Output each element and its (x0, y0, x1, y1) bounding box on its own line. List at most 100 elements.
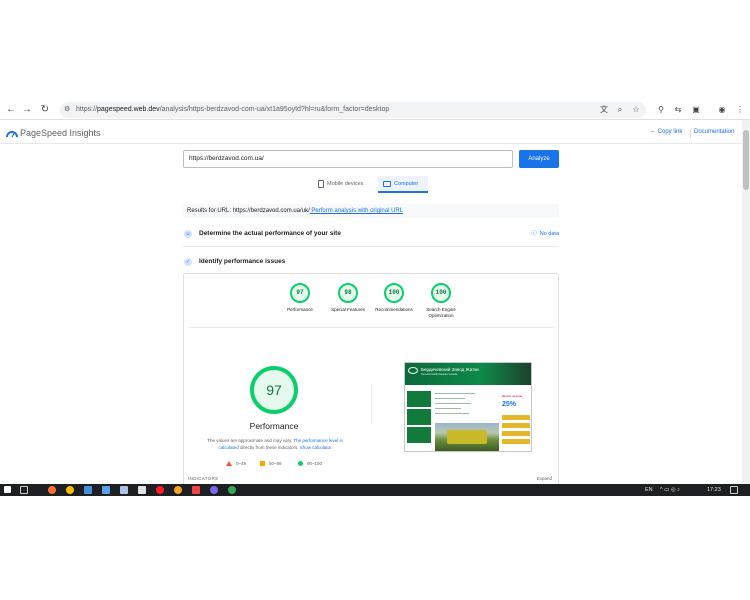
no-data-badge: ⓘ No data (531, 231, 559, 237)
shot-header: Бердичевский Завод Жатки Сельскохозяйств… (405, 363, 531, 385)
score-gauge-seo[interactable]: 100 (431, 283, 451, 303)
reload-icon[interactable]: ↻ (38, 103, 52, 117)
original-url-link[interactable]: Perform analysis with original URL (310, 208, 403, 214)
score-gauge-accessibility[interactable]: 98 (338, 283, 358, 303)
shot-percent: 25% (502, 401, 517, 408)
shot-text-line (435, 403, 471, 404)
menu-kebab-icon[interactable]: ⋮ (734, 103, 746, 117)
tab-mobile[interactable]: Mobile devices (318, 176, 376, 193)
legend-pass-range: 90–100 (307, 461, 323, 466)
app-icon[interactable] (210, 486, 218, 494)
shot-promo-bar (502, 431, 530, 436)
app-title: PageSpeed Insights (20, 128, 101, 138)
fail-triangle-icon (226, 461, 232, 467)
language-indicator[interactable]: EN (645, 486, 653, 494)
opera-icon[interactable] (156, 486, 164, 494)
url-path: /analysis/https-berdzavod-com-ua/xt1a95o… (159, 106, 390, 113)
users-icon: ☺ (184, 230, 192, 238)
no-data-label: No data (539, 231, 559, 237)
zoom-icon[interactable]: ⌕ (614, 103, 626, 117)
report-card: 97 Performance 98 Special Features 100 R… (183, 273, 559, 488)
taskbar: EN ^ ▭ ◎ ♪ 17:23 (0, 484, 750, 496)
copy-link-button[interactable]: ⇔ Copy link (650, 129, 682, 135)
performance-score-gauge: 97 (250, 366, 298, 414)
chrome-active-icon[interactable] (228, 486, 236, 494)
shot-text-line (435, 413, 469, 414)
lighthouse-icon: ✓ (184, 258, 192, 266)
browser-toolbar: ← → ↻ ⚙ https://pagespeed.web.dev/analys… (0, 100, 750, 120)
bookmark-star-icon[interactable]: ☆ (630, 103, 642, 117)
profile-avatar[interactable]: ◉ (716, 103, 728, 117)
show-calculator-link[interactable]: Show calculator (299, 445, 332, 450)
scroll-thumb[interactable] (743, 130, 749, 190)
performance-note: The values are approximate and may vary.… (200, 437, 350, 451)
shot-subtitle: Сельскохозяйственная техника (421, 373, 458, 376)
legend-average-range: 50–89 (269, 461, 282, 466)
header-divider (690, 129, 691, 138)
average-square-icon (260, 461, 265, 467)
shot-text-line (435, 408, 461, 409)
shot-sidebar (407, 389, 431, 451)
score-gauge-best-practices[interactable]: 100 (384, 283, 404, 303)
app-icon[interactable] (192, 486, 200, 494)
url-input[interactable]: https://berdzavod.com.ua/ (183, 150, 513, 168)
performance-title: Performance (249, 421, 299, 431)
back-icon[interactable]: ← (4, 103, 18, 117)
site-settings-icon[interactable]: ⚙ (64, 105, 73, 114)
shot-promo-bar (502, 423, 530, 428)
shot-machine (447, 430, 487, 444)
extension-icon[interactable]: ⚲ (655, 103, 667, 117)
pass-circle-icon (298, 461, 303, 467)
extensions-puzzle-icon[interactable]: ▣ (690, 103, 702, 117)
legend-fail-range: 0–49 (236, 461, 247, 466)
expand-button[interactable]: Expand (537, 476, 552, 481)
shot-text-line (435, 398, 465, 399)
documentation-link[interactable]: Documentation (694, 129, 734, 135)
section-real-performance-title: Determine the actual performance of your… (199, 230, 341, 237)
tab-desktop[interactable]: Computer (378, 176, 428, 193)
app-icon[interactable] (84, 486, 92, 494)
analyze-button[interactable]: Analyze (519, 150, 559, 168)
results-for-url: Results for URL: https://berdzavod.com.u… (183, 204, 559, 218)
notifications-icon[interactable] (730, 486, 738, 494)
screen: ← → ↻ ⚙ https://pagespeed.web.dev/analys… (0, 100, 750, 496)
task-view-icon[interactable] (20, 486, 28, 494)
legend-average: 50–89 (260, 461, 282, 467)
url-scheme: https:// (76, 106, 98, 113)
copy-link-label: Copy link (657, 129, 683, 135)
score-label-seo: Search Engine Optimization (426, 307, 456, 318)
file-explorer-icon[interactable] (120, 486, 128, 494)
address-bar[interactable]: ⚙ https://pagespeed.web.dev/analysis/htt… (60, 102, 646, 118)
score-gauge-performance[interactable]: 97 (290, 283, 310, 303)
app-icon[interactable] (174, 486, 182, 494)
app-header: PageSpeed Insights ⇔ Copy link Documenta… (0, 124, 742, 144)
final-screenshot: Бердичевский Завод Жатки Сельскохозяйств… (404, 362, 532, 452)
card-vertical-divider (371, 384, 372, 424)
start-windows-icon[interactable] (4, 486, 11, 493)
results-url: https://berdzavod.com.ua/uk/ (232, 208, 310, 214)
page-scrollbar[interactable] (742, 120, 750, 484)
indicators-heading: INDICATORS (188, 476, 219, 481)
shot-title: Бердичевский Завод Жатки (421, 367, 479, 372)
legend-fail: 0–49 (226, 461, 246, 467)
document-icon[interactable] (138, 486, 146, 494)
shot-promo-bar (502, 439, 530, 444)
translate-ext-icon[interactable]: ⇆ (672, 103, 684, 117)
section-performance-issues-title: Identify performance issues (199, 258, 286, 265)
score-label-best-practices: Recommendations (375, 307, 413, 312)
app-icon[interactable] (102, 486, 110, 494)
shot-text-line (435, 393, 475, 394)
chrome-icon[interactable] (66, 486, 74, 494)
shot-side-block (407, 391, 431, 407)
results-prefix: Results for URL: (187, 208, 232, 214)
tray-icons[interactable]: ^ ▭ ◎ ♪ (660, 486, 680, 494)
pagespeed-logo-icon (6, 131, 18, 138)
clock[interactable]: 17:23 (707, 486, 721, 494)
section-performance-issues[interactable]: ✓ Identify performance issues (183, 255, 559, 269)
translate-icon[interactable]: 文 (598, 103, 610, 117)
card-divider (188, 327, 554, 328)
laptop-icon (383, 180, 391, 187)
forward-icon[interactable]: → (20, 103, 34, 117)
firefox-icon[interactable] (48, 486, 56, 494)
section-real-performance[interactable]: ☺ Determine the actual performance of yo… (183, 227, 559, 241)
